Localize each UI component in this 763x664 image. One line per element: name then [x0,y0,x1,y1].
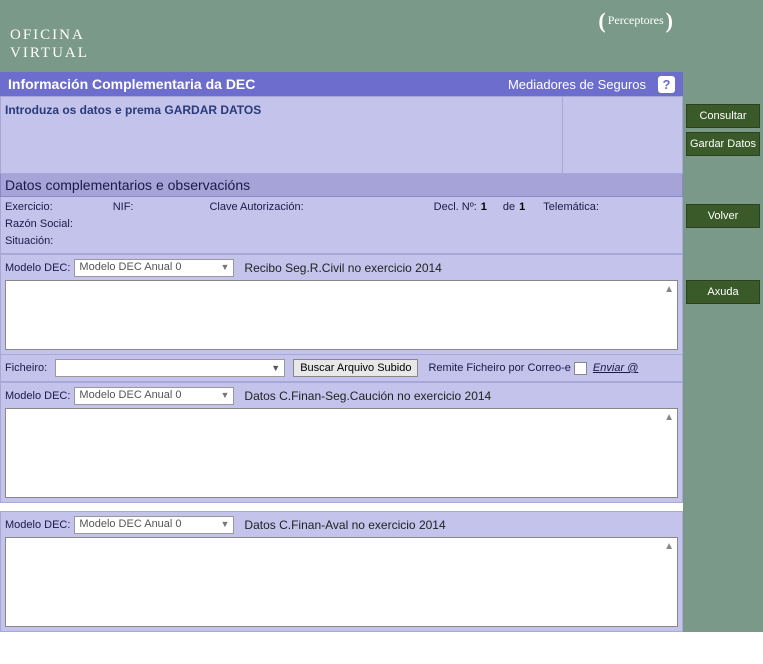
model-select-0[interactable]: Modelo DEC Anual 0 [74,259,234,277]
ficheiro-select[interactable] [55,359,285,377]
telematica-label: Telemática: [543,201,599,213]
razon-label: Razón Social: [5,218,73,230]
page-subtitle: Mediadores de Seguros [508,77,646,92]
block-title-0: Recibo Seg.R.Civil no exercicio 2014 [244,261,441,275]
enviar-link[interactable]: Enviar @ [593,362,638,374]
remite-checkbox[interactable] [574,362,587,375]
header-bar: Información Complementaria da DEC Mediad… [0,72,683,96]
model-block-0: Modelo DEC: Modelo DEC Anual 0 Recibo Se… [0,254,683,355]
instruction-side [563,96,683,174]
scroll-up-icon[interactable]: ▲ [664,284,674,295]
block-title-2: Datos C.Finan-Aval no exercicio 2014 [244,518,445,532]
brand-logo: OFICINA VIRTUAL [10,26,89,62]
nif-label: NIF: [113,201,134,213]
scroll-up-icon[interactable]: ▲ [664,412,674,423]
help-icon[interactable]: ? [658,76,675,93]
instruction-row: Introduza os datos e prema GARDAR DATOS [0,96,683,174]
remite-label: Remite Ficheiro por Correo-e [428,362,570,374]
model-label-0: Modelo DEC: [5,262,70,274]
top-bar: OFICINA VIRTUAL Perceptores [0,0,683,72]
exercicio-label: Exercicio: [5,201,53,213]
de-num: 1 [519,201,525,213]
info-panel: Exercicio: NIF: Clave Autorización: Decl… [0,197,683,254]
brand-line1: OFICINA [10,26,89,44]
decl-label: Decl. Nº:1 [434,201,487,213]
model-select-2[interactable]: Modelo DEC Anual 0 [74,516,234,534]
buscar-arquivo-button[interactable]: Buscar Arquivo Subido [293,359,418,377]
model-label-1: Modelo DEC: [5,390,70,402]
textarea-2[interactable]: ▲ [5,537,678,627]
model-block-1: Modelo DEC: Modelo DEC Anual 0 Datos C.F… [0,382,683,503]
gardar-datos-button[interactable]: Gardar Datos [686,132,760,156]
ficheiro-label: Ficheiro: [5,362,47,374]
side-button-panel: Consultar Gardar Datos Volver Axuda [683,0,763,632]
volver-button[interactable]: Volver [686,204,760,228]
file-row: Ficheiro: Buscar Arquivo Subido Remite F… [0,355,683,382]
perceptores-link[interactable]: Perceptores [598,8,673,34]
decl-num: 1 [481,201,487,213]
model-label-2: Modelo DEC: [5,519,70,531]
model-select-1[interactable]: Modelo DEC Anual 0 [74,387,234,405]
page-title: Información Complementaria da DEC [8,76,255,92]
section-header: Datos complementarios e observacións [0,174,683,197]
situacion-label: Situación: [5,235,53,247]
model-block-2: Modelo DEC: Modelo DEC Anual 0 Datos C.F… [0,511,683,632]
scroll-up-icon[interactable]: ▲ [664,541,674,552]
textarea-1[interactable]: ▲ [5,408,678,498]
de-label: de1 [503,201,525,213]
axuda-button[interactable]: Axuda [686,280,760,304]
consultar-button[interactable]: Consultar [686,104,760,128]
instruction-text: Introduza os datos e prema GARDAR DATOS [0,96,563,174]
block-title-1: Datos C.Finan-Seg.Caución no exercicio 2… [244,389,491,403]
textarea-0[interactable]: ▲ [5,280,678,350]
brand-line2: VIRTUAL [10,44,89,62]
clave-label: Clave Autorización: [209,201,303,213]
